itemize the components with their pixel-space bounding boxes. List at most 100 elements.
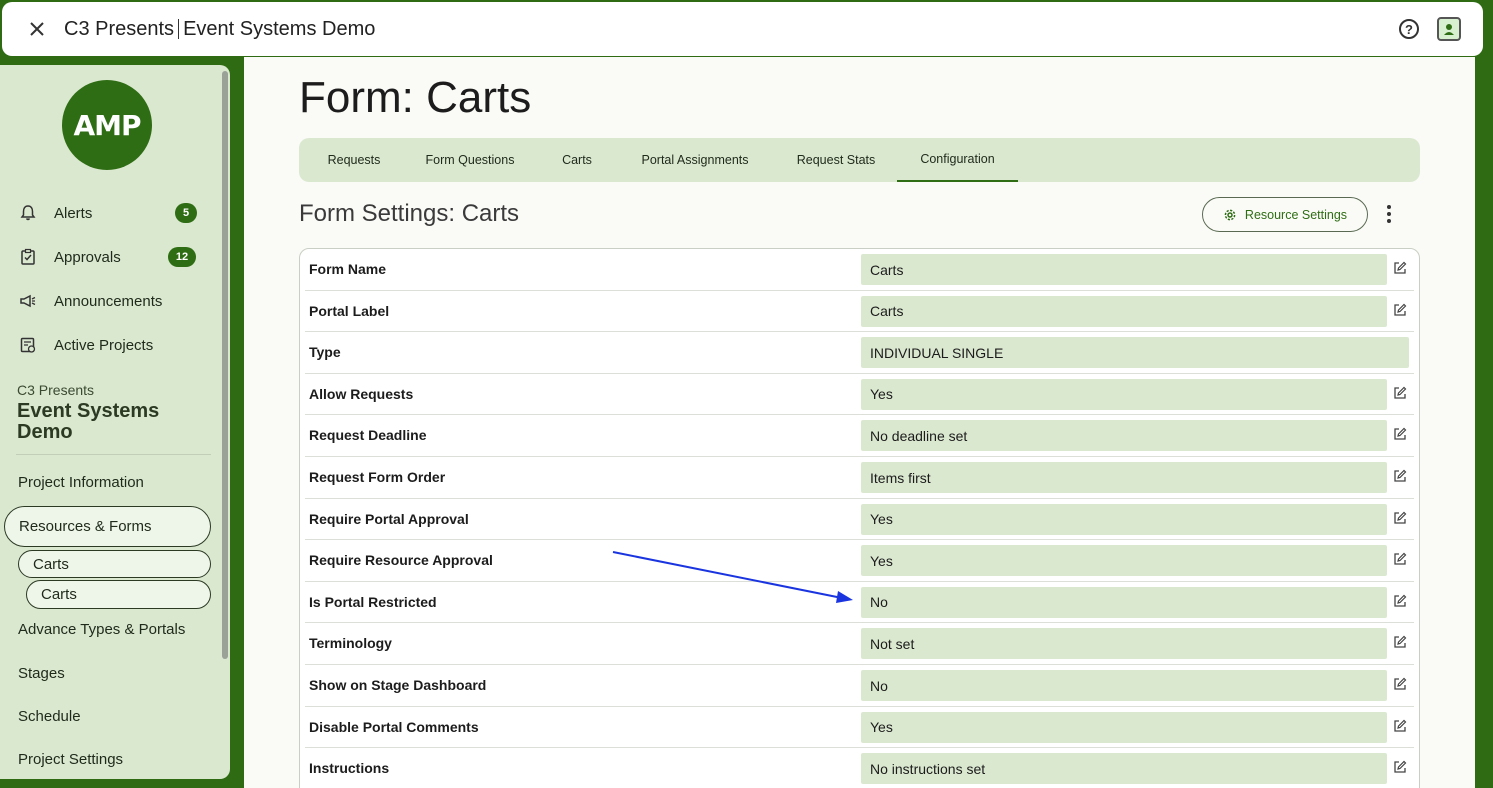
edit-icon[interactable] <box>1393 677 1407 691</box>
menu-project-settings[interactable]: Project Settings <box>18 751 123 768</box>
row-value[interactable]: No <box>861 670 1387 701</box>
bell-icon <box>18 203 38 223</box>
tab-request-stats[interactable]: Request Stats <box>781 138 891 182</box>
edit-icon[interactable] <box>1393 552 1407 566</box>
row-value[interactable]: Yes <box>861 545 1387 577</box>
row-value[interactable]: Carts <box>861 295 1387 327</box>
sidebar-item-active-projects[interactable]: Active Projects <box>18 333 153 357</box>
row-value[interactable]: INDIVIDUAL SINGLE <box>861 337 1409 369</box>
help-icon[interactable]: ? <box>1399 19 1419 39</box>
row-label: Require Portal Approval <box>309 510 469 527</box>
table-row: Show on Stage Dashboard No <box>305 665 1414 707</box>
row-label: Require Resource Approval <box>309 552 493 569</box>
user-avatar-icon[interactable] <box>1437 17 1461 41</box>
logo-text: AMP <box>73 108 141 142</box>
edit-icon[interactable] <box>1393 635 1407 649</box>
edit-icon[interactable] <box>1393 303 1407 317</box>
page-title: Form: Carts <box>299 73 532 122</box>
edit-icon[interactable] <box>1393 719 1407 733</box>
edit-icon[interactable] <box>1393 760 1407 774</box>
menu-stages[interactable]: Stages <box>18 665 65 682</box>
row-value[interactable]: Yes <box>861 711 1387 743</box>
sidebar-divider <box>16 454 211 455</box>
project-name: Event Systems Demo <box>17 400 160 443</box>
row-label: Request Form Order <box>309 469 446 485</box>
row-value[interactable]: Items first <box>861 462 1387 493</box>
sidebar-item-label: Announcements <box>54 292 163 310</box>
table-row: Disable Portal Comments Yes <box>305 707 1414 749</box>
tab-configuration[interactable]: Configuration <box>897 138 1018 182</box>
table-row: Terminology Not set <box>305 623 1414 665</box>
window-title: C3 Presents Event Systems Demo <box>64 18 375 41</box>
row-label: Disable Portal Comments <box>309 718 479 735</box>
edit-icon[interactable] <box>1393 511 1407 525</box>
menu-label: Carts <box>41 586 77 603</box>
row-label: Instructions <box>309 760 390 777</box>
edit-icon[interactable] <box>1393 427 1407 441</box>
table-row: Form Name Carts <box>305 249 1414 291</box>
menu-schedule[interactable]: Schedule <box>18 708 81 725</box>
table-row: Is Portal Restricted No <box>305 582 1414 624</box>
menu-carts-resource[interactable]: Carts <box>18 550 211 578</box>
settings-table: Form Name Carts Portal Label Carts Type INDIV… <box>299 248 1420 788</box>
megaphone-icon <box>18 291 38 311</box>
sidebar-scrollbar[interactable] <box>222 71 228 659</box>
row-label: Form Name <box>309 261 387 277</box>
close-icon[interactable] <box>26 18 48 40</box>
row-value[interactable]: No <box>861 586 1387 618</box>
table-row: Allow Requests Yes <box>305 374 1414 416</box>
title-org: C3 Presents <box>64 17 175 40</box>
project-list-icon <box>18 335 38 355</box>
table-row: Require Portal Approval Yes <box>305 499 1414 541</box>
resource-settings-button[interactable]: Resource Settings <box>1202 197 1368 232</box>
title-separator <box>178 19 180 39</box>
more-options-icon[interactable] <box>1382 203 1396 225</box>
row-value[interactable]: Yes <box>861 378 1387 410</box>
approvals-badge: 12 <box>168 247 196 267</box>
menu-label: Carts <box>33 555 69 573</box>
alerts-badge: 5 <box>175 203 197 223</box>
project-org: C3 Presents <box>17 382 95 398</box>
sidebar-item-alerts[interactable]: Alerts <box>18 201 92 225</box>
row-value[interactable]: No instructions set <box>861 753 1387 785</box>
row-value[interactable]: Yes <box>861 503 1387 535</box>
tab-bar: Requests Form Questions Carts Portal Ass… <box>299 138 1420 182</box>
tab-requests[interactable]: Requests <box>311 138 397 182</box>
row-label: Type <box>309 344 341 361</box>
sidebar-item-announcements[interactable]: Announcements <box>18 289 162 313</box>
sidebar: AMP Alerts 5 Approvals 12 Announcements … <box>0 65 230 779</box>
table-row: Portal Label Carts <box>305 291 1414 333</box>
row-value[interactable]: No deadline set <box>861 420 1387 452</box>
sidebar-item-label: Active Projects <box>54 336 154 354</box>
row-label: Terminology <box>309 635 392 652</box>
row-value[interactable]: Not set <box>861 628 1387 660</box>
clipboard-check-icon <box>18 247 38 267</box>
edit-icon[interactable] <box>1393 469 1407 483</box>
table-row: Request Form Order Items first <box>305 457 1414 499</box>
top-bar: C3 Presents Event Systems Demo ? <box>2 2 1483 56</box>
sidebar-item-approvals[interactable]: Approvals <box>18 245 121 269</box>
menu-advance-types[interactable]: Advance Types & Portals <box>18 621 185 638</box>
edit-icon[interactable] <box>1393 386 1407 400</box>
edit-icon[interactable] <box>1393 594 1407 608</box>
row-label: Show on Stage Dashboard <box>309 677 487 693</box>
menu-carts-form[interactable]: Carts <box>26 580 211 609</box>
gear-icon <box>1223 208 1237 222</box>
menu-label: Resources & Forms <box>19 518 152 535</box>
settings-title: Form Settings: Carts <box>299 200 520 227</box>
table-row: Require Resource Approval Yes <box>305 540 1414 582</box>
menu-resources-forms[interactable]: Resources & Forms <box>4 506 211 547</box>
row-value[interactable]: Carts <box>861 254 1387 285</box>
edit-icon[interactable] <box>1393 261 1407 275</box>
tab-carts[interactable]: Carts <box>547 138 607 182</box>
main-content: Form: Carts Requests Form Questions Cart… <box>244 57 1475 788</box>
tab-portal-assignments[interactable]: Portal Assignments <box>625 138 765 182</box>
title-project: Event Systems Demo <box>183 17 376 40</box>
menu-project-information[interactable]: Project Information <box>18 474 144 491</box>
row-label: Portal Label <box>309 302 390 319</box>
resource-settings-label: Resource Settings <box>1244 207 1348 222</box>
tab-form-questions[interactable]: Form Questions <box>411 138 529 182</box>
table-row: Type INDIVIDUAL SINGLE <box>305 332 1414 374</box>
table-row: Request Deadline No deadline set <box>305 415 1414 457</box>
row-label: Is Portal Restricted <box>309 593 437 610</box>
